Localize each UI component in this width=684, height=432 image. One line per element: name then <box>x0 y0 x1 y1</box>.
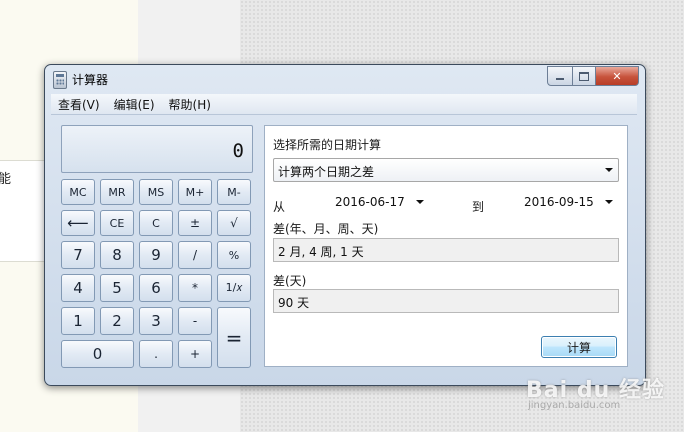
date-calculation-panel: 选择所需的日期计算 计算两个日期之差 从 2016-06-17 到 2016-0… <box>264 125 628 367</box>
title-bar[interactable]: 计算器 ✕ <box>45 65 645 93</box>
days-value: 90 天 <box>278 296 310 310</box>
difference-output: 2 月, 4 周, 1 天 <box>273 238 619 262</box>
negate-button[interactable]: ± <box>178 210 212 236</box>
calculator-window: 计算器 ✕ 查看(V) 编辑(E) 帮助(H) 0 MC MR MS M+ M-… <box>44 64 646 386</box>
minimize-button[interactable] <box>547 66 573 86</box>
chevron-down-icon <box>605 168 613 172</box>
from-label: 从 <box>273 200 286 214</box>
calculate-button[interactable]: 计算 <box>541 336 617 358</box>
to-date-value: 2016-09-15 <box>524 195 594 209</box>
decimal-button[interactable]: . <box>139 340 173 368</box>
calculation-mode-value: 计算两个日期之差 <box>278 165 375 179</box>
memory-clear-button[interactable]: MC <box>61 179 95 205</box>
add-button[interactable]: + <box>178 340 212 368</box>
reciprocal-button[interactable]: 1/𝑥 <box>217 274 251 302</box>
display-value: 0 <box>232 140 244 162</box>
digit-2-button[interactable]: 2 <box>100 307 134 335</box>
keypad-panel: 0 MC MR MS M+ M- ⟵ CE C ± √ 7 8 9 / % 4 … <box>55 123 255 371</box>
square-root-button[interactable]: √ <box>217 210 251 236</box>
digit-1-button[interactable]: 1 <box>61 307 95 335</box>
memory-add-button[interactable]: M+ <box>178 179 212 205</box>
memory-recall-button[interactable]: MR <box>100 179 134 205</box>
days-label: 差(天) <box>273 274 307 288</box>
percent-button[interactable]: % <box>217 241 251 269</box>
maximize-button[interactable] <box>573 66 596 86</box>
digit-8-button[interactable]: 8 <box>100 241 134 269</box>
menu-view[interactable]: 查看(V) <box>51 94 107 114</box>
digit-7-button[interactable]: 7 <box>61 241 95 269</box>
days-output: 90 天 <box>273 289 619 313</box>
calculation-mode-select[interactable]: 计算两个日期之差 <box>273 158 619 182</box>
difference-value: 2 月, 4 周, 1 天 <box>278 245 364 259</box>
calculator-app-icon <box>53 71 67 89</box>
digit-6-button[interactable]: 6 <box>139 274 173 302</box>
window-controls: ✕ <box>547 66 639 86</box>
close-button[interactable]: ✕ <box>596 66 639 86</box>
subtract-button[interactable]: - <box>178 307 212 335</box>
from-date-value: 2016-06-17 <box>335 195 405 209</box>
backspace-button[interactable]: ⟵ <box>61 210 95 236</box>
clear-button[interactable]: C <box>139 210 173 236</box>
window-title: 计算器 <box>72 73 109 87</box>
close-icon: ✕ <box>612 69 622 83</box>
chevron-down-icon <box>605 200 613 204</box>
memory-subtract-button[interactable]: M- <box>217 179 251 205</box>
multiply-button[interactable]: * <box>178 274 212 302</box>
watermark-url: jingyan.baidu.com <box>528 400 621 411</box>
digit-3-button[interactable]: 3 <box>139 307 173 335</box>
digit-0-button[interactable]: 0 <box>61 340 134 368</box>
digit-4-button[interactable]: 4 <box>61 274 95 302</box>
minimize-icon <box>556 78 564 80</box>
from-date-picker[interactable]: 2016-06-17 <box>333 190 429 214</box>
result-display: 0 <box>61 125 253 173</box>
to-label: 到 <box>472 200 485 214</box>
maximize-icon <box>579 71 589 81</box>
backspace-icon: ⟵ <box>67 214 89 232</box>
to-date-picker[interactable]: 2016-09-15 <box>522 190 618 214</box>
memory-store-button[interactable]: MS <box>139 179 173 205</box>
difference-label: 差(年、月、周、天) <box>273 222 379 236</box>
menu-help[interactable]: 帮助(H) <box>162 94 218 114</box>
digit-5-button[interactable]: 5 <box>100 274 134 302</box>
divide-button[interactable]: / <box>178 241 212 269</box>
menu-edit[interactable]: 编辑(E) <box>107 94 162 114</box>
background-text: 能 <box>0 172 12 187</box>
digit-9-button[interactable]: 9 <box>139 241 173 269</box>
clear-entry-button[interactable]: CE <box>100 210 134 236</box>
baidu-watermark: Bai du 经验 jingyan.baidu.com <box>526 372 666 420</box>
menu-bar: 查看(V) 编辑(E) 帮助(H) <box>51 94 637 115</box>
date-calc-heading: 选择所需的日期计算 <box>273 138 382 152</box>
equals-button[interactable]: = <box>217 307 251 368</box>
chevron-down-icon <box>416 200 424 204</box>
